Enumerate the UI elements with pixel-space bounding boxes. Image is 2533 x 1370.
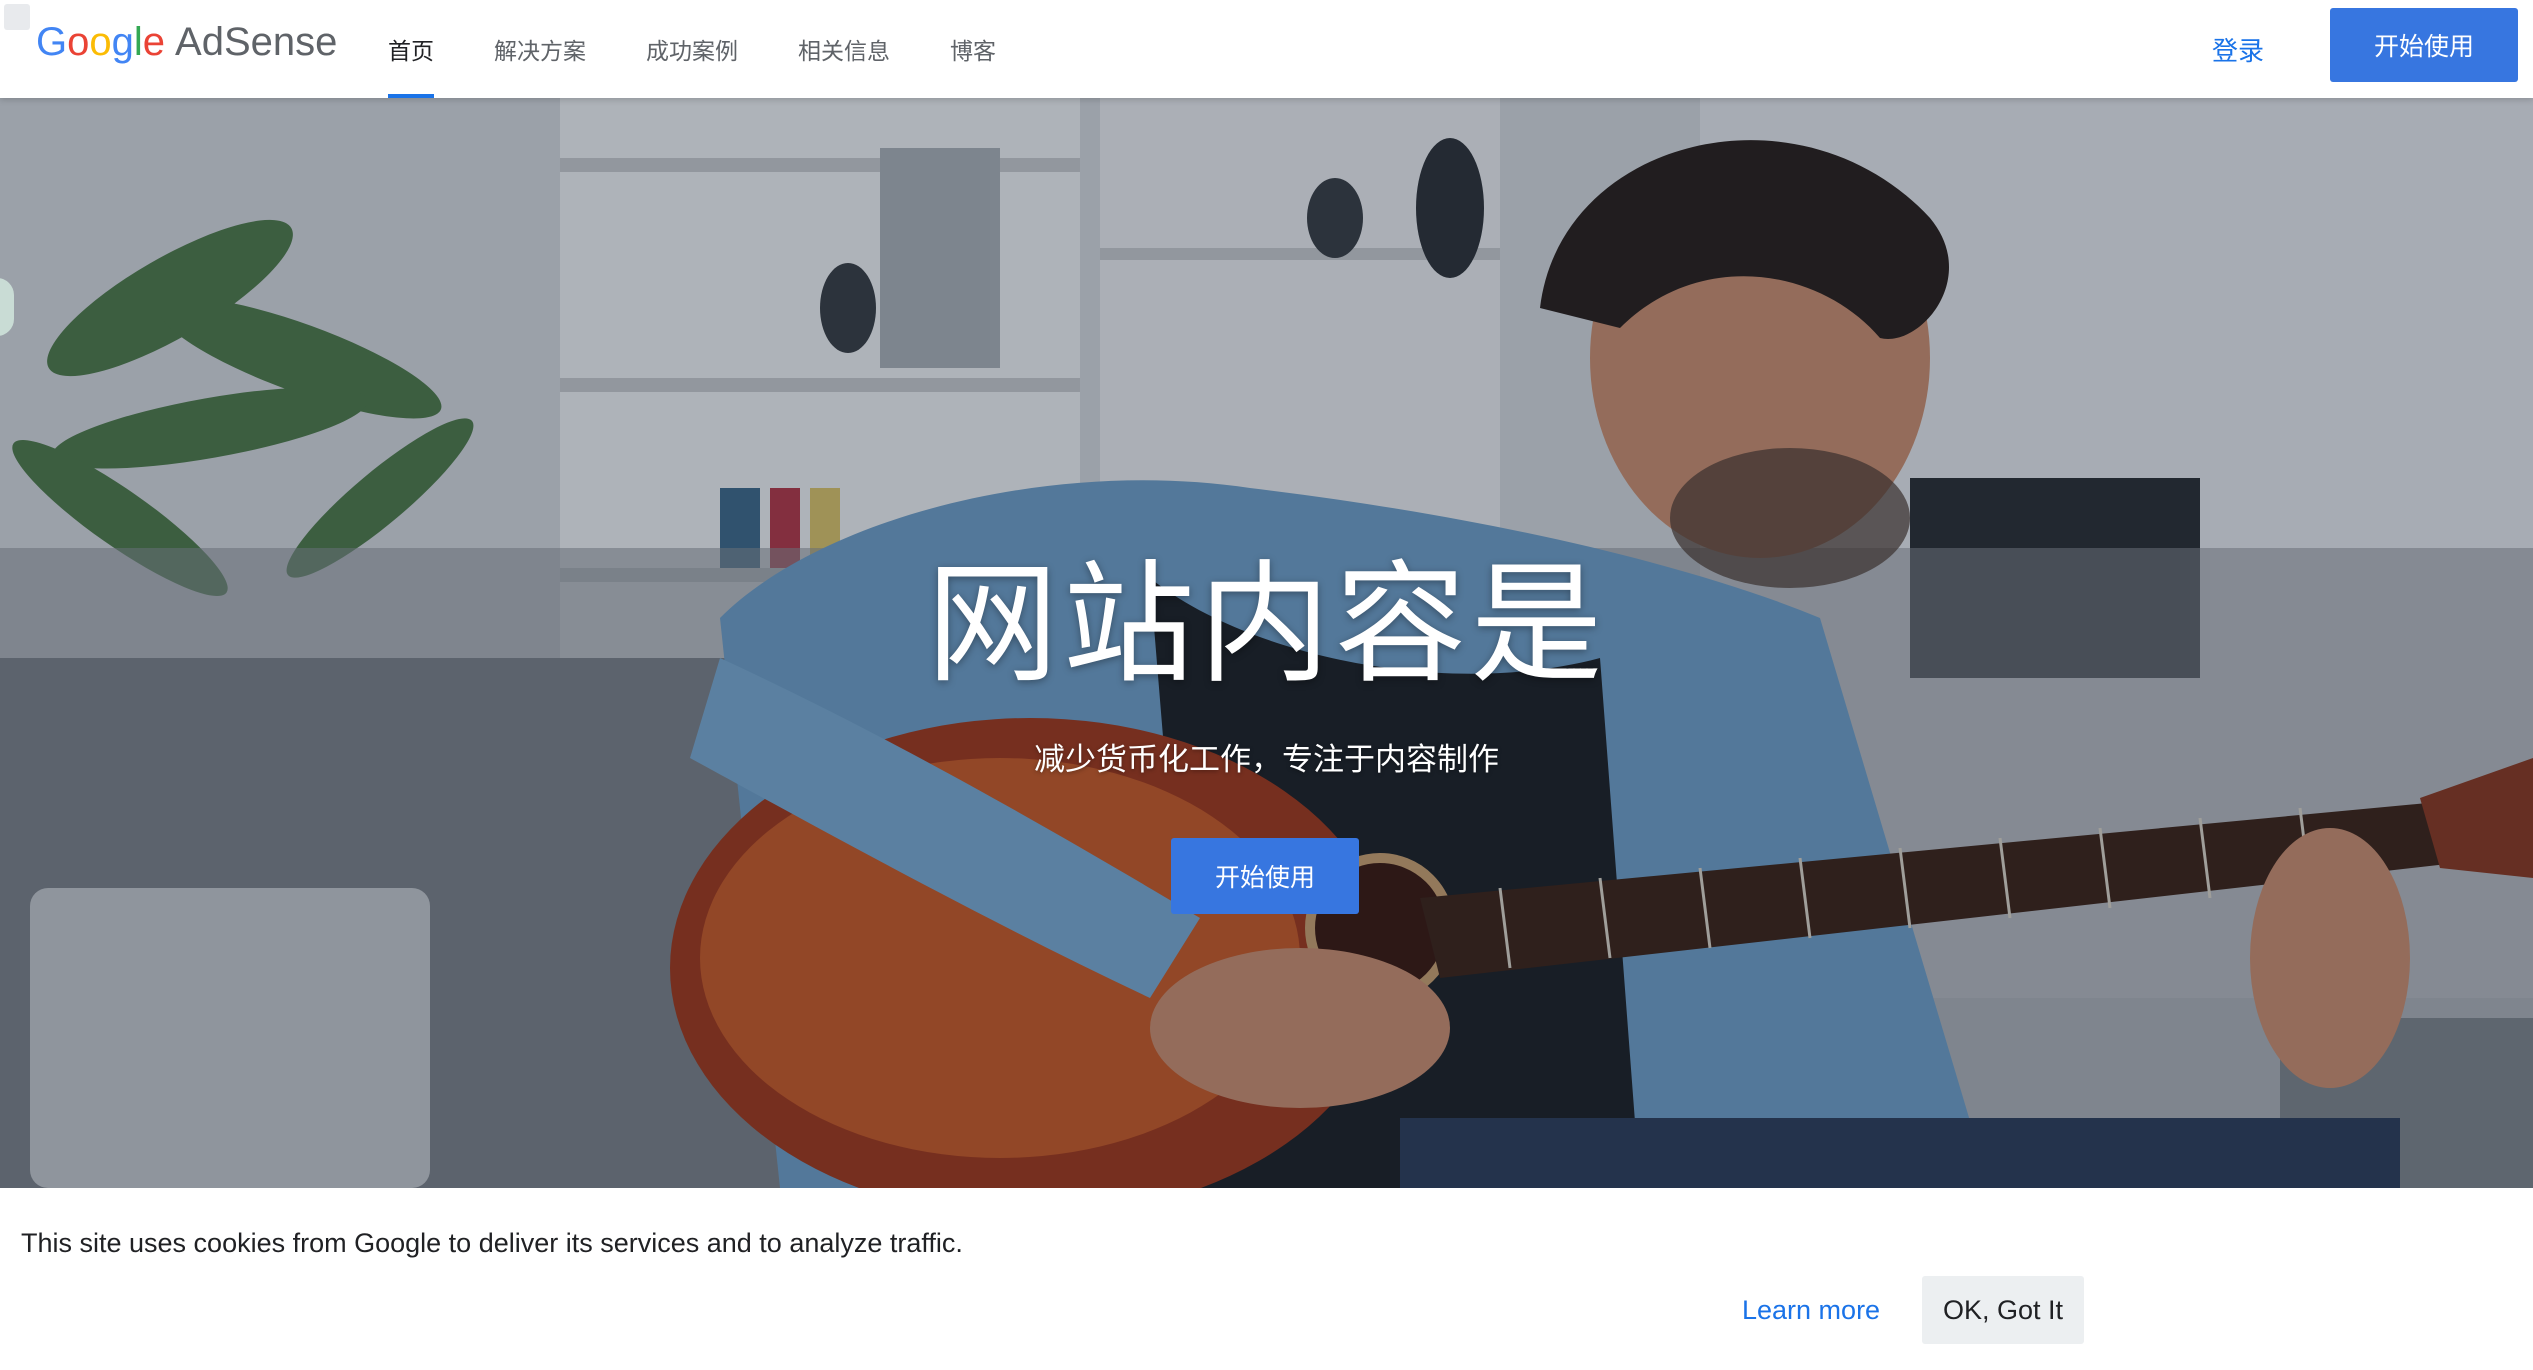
google-wordmark: Google — [36, 20, 165, 65]
logo-letter: g — [111, 20, 134, 64]
logo-letter: o — [67, 20, 90, 64]
main-nav: 首页 解决方案 成功案例 相关信息 博客 — [370, 0, 1038, 98]
get-started-hero-button[interactable]: 开始使用 — [1171, 838, 1359, 914]
nav-item-success-stories[interactable]: 成功案例 — [628, 0, 756, 98]
product-name: AdSense — [175, 20, 338, 64]
learn-more-link[interactable]: Learn more — [1728, 1276, 1894, 1344]
logo-letter: o — [89, 20, 112, 64]
get-started-header-button[interactable]: 开始使用 — [2330, 8, 2518, 82]
google-adsense-logo[interactable]: Google AdSense — [36, 20, 337, 76]
corner-marker — [4, 4, 30, 30]
logo-letter: G — [36, 20, 68, 64]
hero-subtitle: 减少货币化工作，专注于内容制作 — [1034, 742, 1499, 778]
logo-letter: l — [133, 20, 143, 64]
cookie-message: This site uses cookies from Google to de… — [21, 1228, 963, 1258]
nav-item-blog[interactable]: 博客 — [932, 0, 1014, 98]
nav-item-home[interactable]: 首页 — [370, 0, 452, 98]
logo-letter: e — [142, 20, 166, 64]
hero-section: 网站内容是 减少货币化工作，专注于内容制作 开始使用 — [0, 98, 2533, 1188]
cookie-banner: This site uses cookies from Google to de… — [0, 1188, 2533, 1370]
hero-title: 网站内容是 — [926, 548, 1607, 702]
nav-item-solutions[interactable]: 解决方案 — [476, 0, 604, 98]
top-navigation-bar: Google AdSense 首页 解决方案 成功案例 相关信息 博客 登录 开… — [0, 0, 2533, 98]
sign-in-link[interactable]: 登录 — [2188, 24, 2288, 74]
ok-got-it-button[interactable]: OK, Got It — [1922, 1276, 2084, 1344]
nav-item-resources[interactable]: 相关信息 — [780, 0, 908, 98]
